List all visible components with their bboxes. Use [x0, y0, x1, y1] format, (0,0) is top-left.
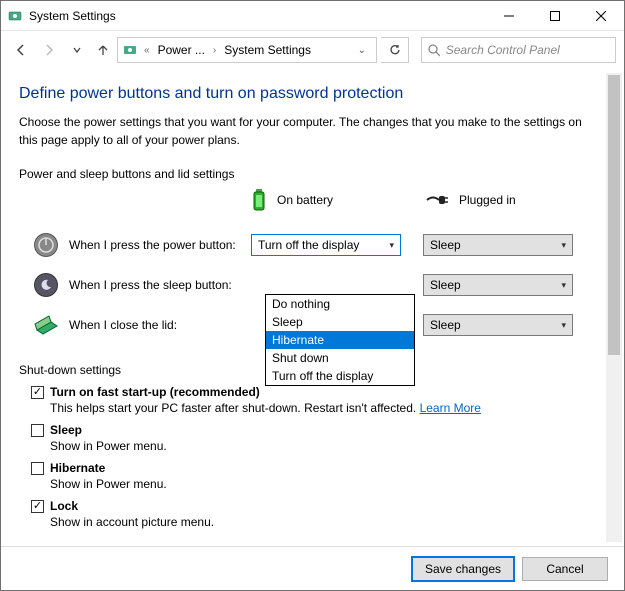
power-button-icon: [33, 232, 59, 258]
label-lock: Lock: [50, 499, 78, 513]
checkbox-fast-startup[interactable]: ✓: [31, 386, 44, 399]
up-button[interactable]: [93, 38, 113, 62]
plug-icon: [425, 193, 449, 207]
back-button[interactable]: [9, 38, 33, 62]
refresh-button[interactable]: [381, 37, 409, 63]
dropdown-option[interactable]: Sleep: [266, 313, 414, 331]
footer: Save changes Cancel: [1, 546, 624, 590]
cancel-button[interactable]: Cancel: [522, 557, 608, 581]
scrollbar[interactable]: [606, 73, 622, 542]
checkbox-hibernate[interactable]: [31, 462, 44, 475]
close-button[interactable]: [578, 1, 624, 31]
dropdown-option[interactable]: Turn off the display: [266, 367, 414, 385]
page-intro: Choose the power settings that you want …: [19, 113, 602, 149]
row-power-label: When I press the power button:: [69, 238, 251, 252]
section-power-buttons: Power and sleep buttons and lid settings: [19, 167, 602, 181]
desc-hibernate: Show in Power menu.: [50, 475, 602, 493]
chevron-down-icon: ▾: [389, 240, 394, 251]
chevron-down-icon: ▾: [561, 280, 566, 291]
chevron-right-icon: ›: [211, 45, 218, 56]
select-sleep-plugged[interactable]: Sleep▾: [423, 274, 573, 296]
row-lid-label: When I close the lid:: [69, 318, 251, 332]
maximize-button[interactable]: [532, 1, 578, 31]
app-icon: [7, 8, 23, 24]
chevron-down-icon: ▾: [561, 240, 566, 251]
row-sleep-label: When I press the sleep button:: [69, 278, 251, 292]
navbar: « Power ... › System Settings ⌄: [1, 31, 624, 69]
check-hibernate: Hibernate Show in Power menu.: [31, 461, 602, 493]
forward-button[interactable]: [37, 38, 61, 62]
column-headers: On battery Plugged in: [251, 189, 602, 211]
dropdown-option[interactable]: Do nothing: [266, 295, 414, 313]
dropdown-power-battery[interactable]: Do nothing Sleep Hibernate Shut down Tur…: [265, 294, 415, 386]
col-plugged-label: Plugged in: [459, 193, 516, 207]
minimize-button[interactable]: [486, 1, 532, 31]
breadcrumb-power[interactable]: Power ...: [154, 43, 209, 57]
desc-sleep: Show in Power menu.: [50, 437, 602, 455]
search-input[interactable]: [446, 43, 609, 57]
label-hibernate: Hibernate: [50, 461, 105, 475]
titlebar: System Settings: [1, 1, 624, 31]
label-sleep: Sleep: [50, 423, 82, 437]
breadcrumb[interactable]: « Power ... › System Settings ⌄: [117, 37, 377, 63]
window-title: System Settings: [29, 9, 486, 23]
chevron-right-icon: «: [142, 45, 152, 56]
scroll-thumb[interactable]: [608, 75, 620, 355]
select-power-battery[interactable]: Turn off the display▾: [251, 234, 401, 256]
breadcrumb-dropdown[interactable]: ⌄: [352, 45, 372, 56]
chevron-down-icon: ▾: [561, 320, 566, 331]
battery-icon: [251, 189, 267, 211]
dropdown-option-selected[interactable]: Hibernate: [266, 331, 414, 349]
lid-icon: [33, 312, 59, 338]
desc-fast-startup: This helps start your PC faster after sh…: [50, 399, 602, 417]
recent-dropdown[interactable]: [65, 38, 89, 62]
search-icon: [428, 44, 440, 57]
learn-more-link[interactable]: Learn More: [420, 401, 481, 415]
label-fast-startup: Turn on fast start-up (recommended): [50, 385, 260, 399]
checkbox-lock[interactable]: ✓: [31, 500, 44, 513]
row-power-button: When I press the power button: Turn off …: [33, 225, 602, 265]
col-battery-label: On battery: [277, 193, 333, 207]
select-lid-plugged[interactable]: Sleep▾: [423, 314, 573, 336]
check-fast-startup: ✓ Turn on fast start-up (recommended) Th…: [31, 385, 602, 417]
select-power-plugged[interactable]: Sleep▾: [423, 234, 573, 256]
check-lock: ✓ Lock Show in account picture menu.: [31, 499, 602, 531]
save-button[interactable]: Save changes: [412, 557, 514, 581]
dropdown-option[interactable]: Shut down: [266, 349, 414, 367]
page-heading: Define power buttons and turn on passwor…: [19, 85, 602, 103]
checkbox-sleep[interactable]: [31, 424, 44, 437]
check-sleep: Sleep Show in Power menu.: [31, 423, 602, 455]
sleep-button-icon: [33, 272, 59, 298]
breadcrumb-system-settings[interactable]: System Settings: [220, 43, 315, 57]
desc-lock: Show in account picture menu.: [50, 513, 602, 531]
breadcrumb-icon: [122, 42, 138, 58]
search-box[interactable]: [421, 37, 616, 63]
